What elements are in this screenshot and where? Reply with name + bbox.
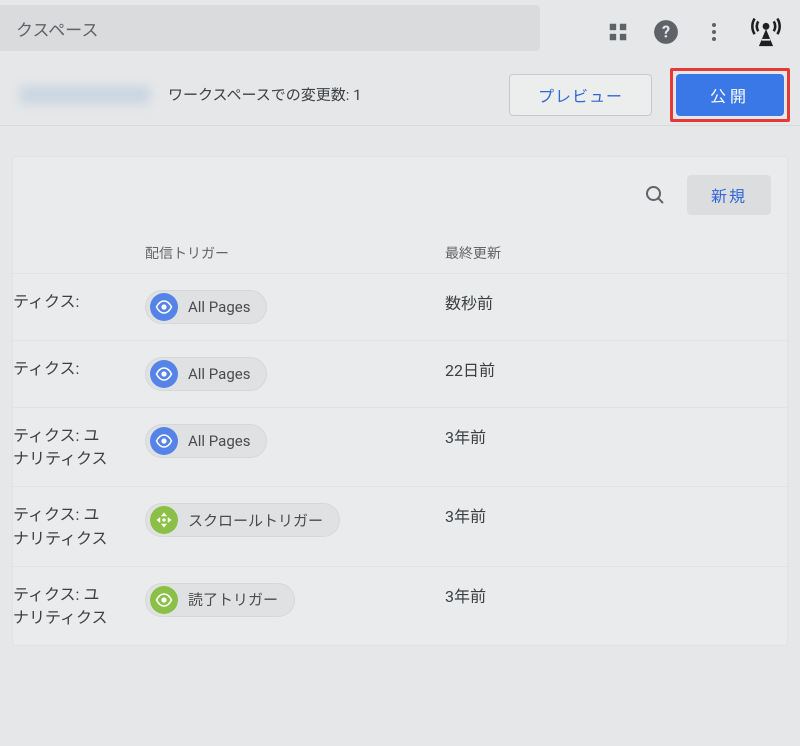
svg-text:?: ? [662,22,670,41]
publish-button[interactable]: 公開 [676,74,784,116]
updated-cell: 3年前 [433,487,787,566]
search-icon[interactable] [641,181,669,209]
trigger-cell: All Pages [133,408,433,487]
table-row[interactable]: ティクス: ユ ナリティクス All Pages 3年前 [13,408,787,487]
preview-button[interactable]: プレビュー [509,74,652,116]
trigger-chip-label: All Pages [188,298,250,316]
trigger-cell: 読了トリガー [133,566,433,645]
col-header-updated[interactable]: 最終更新 [433,229,787,274]
tag-name-cell: ティクス: ユ ナリティクス [13,487,133,566]
trigger-chip[interactable]: スクロールトリガー [145,503,340,537]
more-icon[interactable] [700,18,728,46]
tags-table: 配信トリガー 最終更新 ティクス:All Pages数秒前ティクス:All Pa… [13,229,787,645]
tag-name-cell: ティクス: [13,274,133,341]
scroll-trigger-icon [150,506,178,534]
workspace-changes-text[interactable]: ワークスペースでの変更数: 1 [168,84,491,105]
topbar-icons: ? [604,14,792,50]
pageview-trigger-icon [150,427,178,455]
trigger-cell: All Pages [133,274,433,341]
table-row[interactable]: ティクス: ユ ナリティクス スクロールトリガー 3年前 [13,487,787,566]
pageview-trigger-icon [150,360,178,388]
col-header-name [13,229,133,274]
tag-name-cell: ティクス: ユ ナリティクス [13,566,133,645]
new-button[interactable]: 新規 [687,175,771,215]
tags-card: 新規 配信トリガー 最終更新 ティクス:All Pages数秒前ティクス:All… [12,156,788,646]
trigger-chip[interactable]: All Pages [145,357,267,391]
action-bar: ワークスペースでの変更数: 1 プレビュー 公開 [0,64,800,126]
card-toolbar: 新規 [13,157,787,229]
trigger-chip[interactable]: All Pages [145,424,267,458]
container-id-blurred [20,86,150,104]
search-input[interactable]: クスペース [0,5,540,51]
updated-cell: 3年前 [433,566,787,645]
col-header-trigger[interactable]: 配信トリガー [133,229,433,274]
publish-highlight: 公開 [670,68,790,122]
trigger-chip-label: スクロールトリガー [188,510,323,531]
apps-icon[interactable] [604,18,632,46]
custom-trigger-icon [150,586,178,614]
trigger-cell: All Pages [133,341,433,408]
updated-cell: 3年前 [433,408,787,487]
table-row[interactable]: ティクス: All Pages 数秒前 [13,274,787,341]
trigger-chip-label: 読了トリガー [188,589,278,610]
pageview-trigger-icon [150,293,178,321]
broadcast-icon[interactable] [748,14,784,50]
trigger-cell: スクロールトリガー [133,487,433,566]
trigger-chip-label: All Pages [188,365,250,383]
trigger-chip[interactable]: 読了トリガー [145,583,295,617]
help-icon[interactable]: ? [652,18,680,46]
tag-name-cell: ティクス: ユ ナリティクス [13,408,133,487]
table-row[interactable]: ティクス: ユ ナリティクス 読了トリガー 3年前 [13,566,787,645]
tag-name-cell: ティクス: [13,341,133,408]
trigger-chip-label: All Pages [188,432,250,450]
table-row[interactable]: ティクス: All Pages 22日前 [13,341,787,408]
trigger-chip[interactable]: All Pages [145,290,267,324]
updated-cell: 数秒前 [433,274,787,341]
top-bar: クスペース ? [0,0,800,64]
updated-cell: 22日前 [433,341,787,408]
